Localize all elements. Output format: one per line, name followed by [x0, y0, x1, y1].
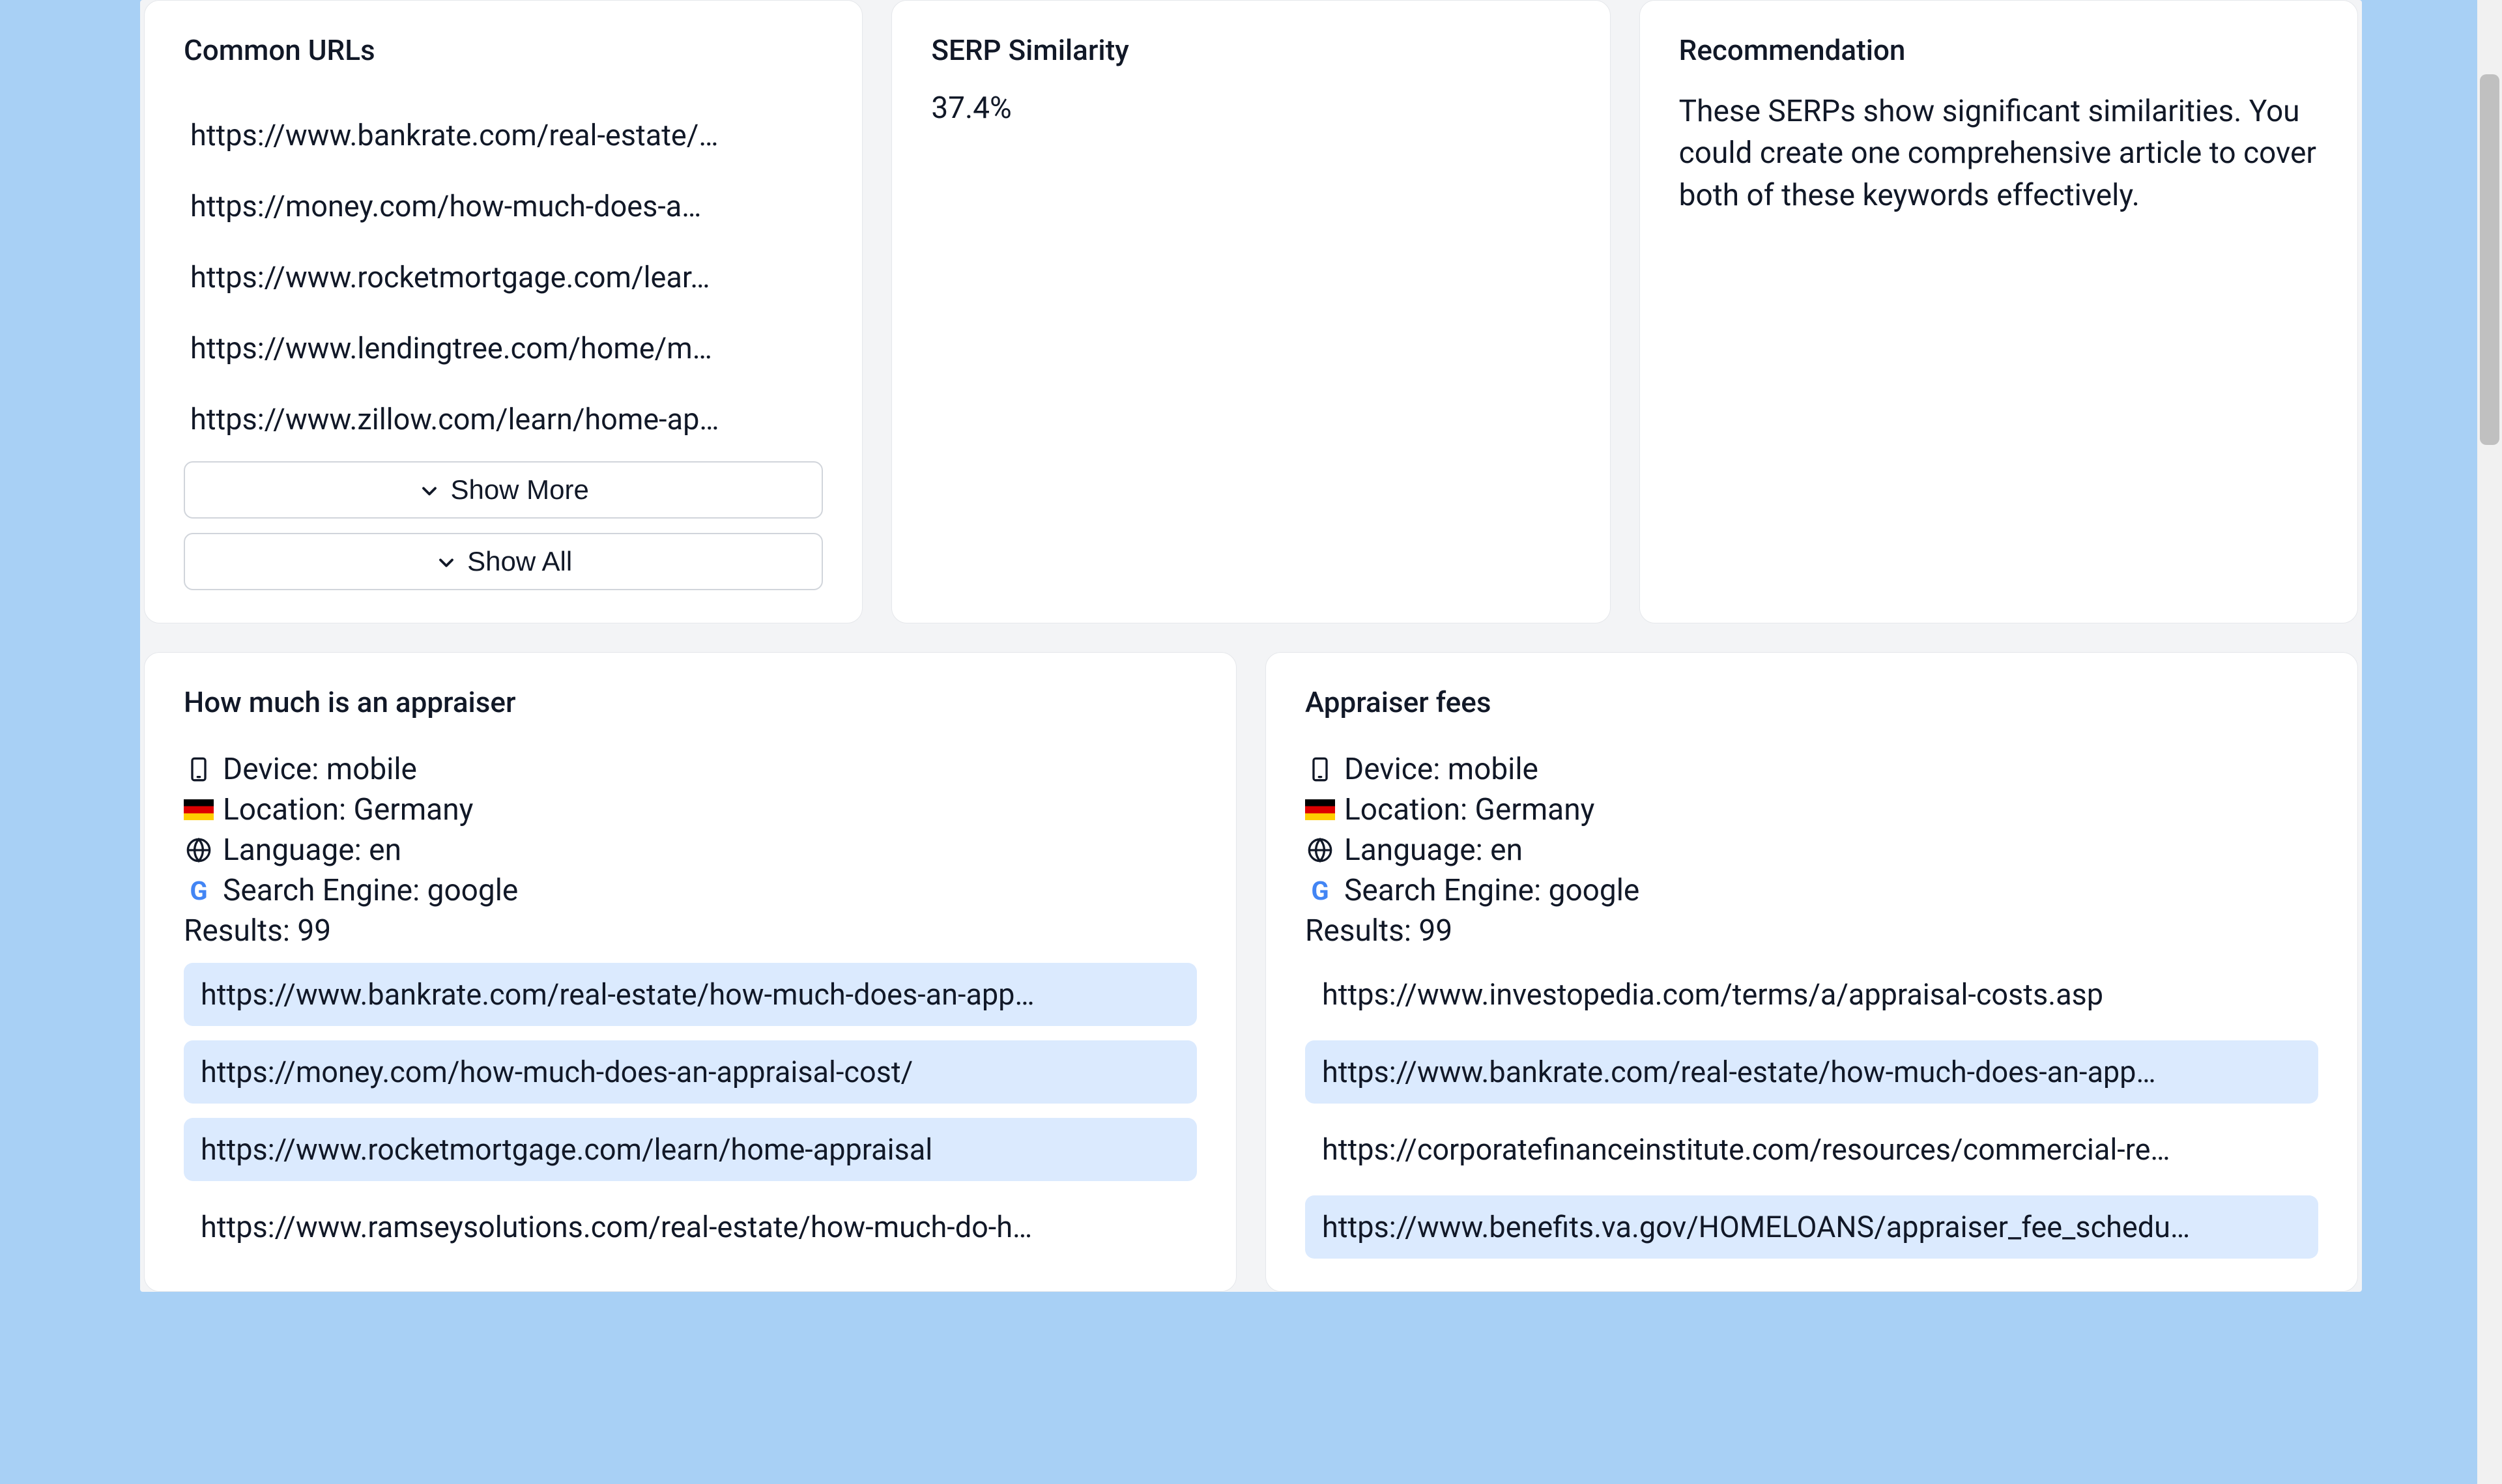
- top-cards-row: Common URLs https://www.bankrate.com/rea…: [140, 0, 2362, 652]
- common-url-item[interactable]: https://www.rocketmortgage.com/lear…: [184, 242, 823, 313]
- common-url-item[interactable]: https://www.zillow.com/learn/home-ap…: [184, 384, 823, 455]
- location-label: Location: Germany: [223, 792, 473, 827]
- chevron-down-icon: [435, 550, 458, 573]
- globe-icon: [1305, 837, 1335, 863]
- google-icon: G: [1305, 876, 1335, 906]
- app-container: Common URLs https://www.bankrate.com/rea…: [140, 0, 2362, 1292]
- serp-similarity-value: 37.4%: [931, 91, 1570, 126]
- language-line: Language: en: [184, 833, 1197, 868]
- language-label: Language: en: [1344, 833, 1523, 868]
- mobile-icon: [184, 756, 214, 782]
- serp-meta-list: Device: mobile Location: Germany Languag…: [1305, 752, 2318, 949]
- location-line: Location: Germany: [1305, 792, 2318, 827]
- common-url-item[interactable]: https://money.com/how-much-does-a…: [184, 171, 823, 242]
- serp-result-item[interactable]: https://www.investopedia.com/terms/a/app…: [1305, 963, 2318, 1026]
- device-label: Device: mobile: [1344, 752, 1538, 787]
- chevron-down-icon: [418, 478, 441, 502]
- serp-compare-row: How much is an appraiser Device: mobile …: [140, 652, 2362, 1292]
- show-all-button[interactable]: Show All: [184, 533, 823, 590]
- serp-result-item[interactable]: https://www.rocketmortgage.com/learn/hom…: [184, 1118, 1197, 1181]
- card-title: Common URLs: [184, 33, 823, 67]
- serp-result-item[interactable]: https://www.bankrate.com/real-estate/how…: [184, 963, 1197, 1026]
- engine-label: Search Engine: google: [223, 873, 518, 908]
- serp-keyword-title: How much is an appraiser: [184, 685, 1197, 719]
- serp-keyword-title: Appraiser fees: [1305, 685, 2318, 719]
- engine-line: G Search Engine: google: [1305, 873, 2318, 908]
- serp-meta-list: Device: mobile Location: Germany Languag…: [184, 752, 1197, 949]
- engine-line: G Search Engine: google: [184, 873, 1197, 908]
- location-label: Location: Germany: [1344, 792, 1594, 827]
- show-all-label: Show All: [467, 546, 572, 577]
- button-row: Show More Show All: [184, 461, 823, 590]
- globe-icon: [184, 837, 214, 863]
- location-line: Location: Germany: [184, 792, 1197, 827]
- engine-label: Search Engine: google: [1344, 873, 1639, 908]
- flag-de-icon: [1305, 799, 1335, 820]
- common-url-item[interactable]: https://www.lendingtree.com/home/m…: [184, 313, 823, 384]
- serp-result-item[interactable]: https://corporatefinanceinstitute.com/re…: [1305, 1118, 2318, 1181]
- serp-card-right: Appraiser fees Device: mobile Location: …: [1265, 652, 2358, 1292]
- device-label: Device: mobile: [223, 752, 417, 787]
- google-icon: G: [184, 876, 214, 906]
- page-scrollbar[interactable]: [2477, 0, 2502, 1484]
- language-label: Language: en: [223, 833, 401, 868]
- flag-de-icon: [184, 799, 214, 820]
- results-count: Results: 99: [184, 913, 1197, 949]
- card-title: SERP Similarity: [931, 33, 1570, 67]
- show-more-label: Show More: [450, 474, 588, 506]
- common-urls-list: https://www.bankrate.com/real-estate/… h…: [184, 100, 823, 455]
- recommendation-text: These SERPs show significant similaritie…: [1679, 91, 2318, 216]
- mobile-icon: [1305, 756, 1335, 782]
- common-urls-card: Common URLs https://www.bankrate.com/rea…: [144, 0, 863, 623]
- show-more-button[interactable]: Show More: [184, 461, 823, 519]
- common-url-item[interactable]: https://www.bankrate.com/real-estate/…: [184, 100, 823, 171]
- serp-similarity-card: SERP Similarity 37.4%: [891, 0, 1610, 623]
- language-line: Language: en: [1305, 833, 2318, 868]
- serp-result-item[interactable]: https://www.ramseysolutions.com/real-est…: [184, 1195, 1197, 1259]
- results-count: Results: 99: [1305, 913, 2318, 949]
- recommendation-card: Recommendation These SERPs show signific…: [1639, 0, 2358, 623]
- device-line: Device: mobile: [184, 752, 1197, 787]
- scrollbar-thumb[interactable]: [2480, 74, 2499, 446]
- serp-result-item[interactable]: https://www.benefits.va.gov/HOMELOANS/ap…: [1305, 1195, 2318, 1259]
- serp-card-left: How much is an appraiser Device: mobile …: [144, 652, 1237, 1292]
- serp-result-item[interactable]: https://money.com/how-much-does-an-appra…: [184, 1040, 1197, 1104]
- serp-result-list: https://www.bankrate.com/real-estate/how…: [184, 963, 1197, 1259]
- device-line: Device: mobile: [1305, 752, 2318, 787]
- card-title: Recommendation: [1679, 33, 2318, 67]
- serp-result-item[interactable]: https://www.bankrate.com/real-estate/how…: [1305, 1040, 2318, 1104]
- serp-result-list: https://www.investopedia.com/terms/a/app…: [1305, 963, 2318, 1259]
